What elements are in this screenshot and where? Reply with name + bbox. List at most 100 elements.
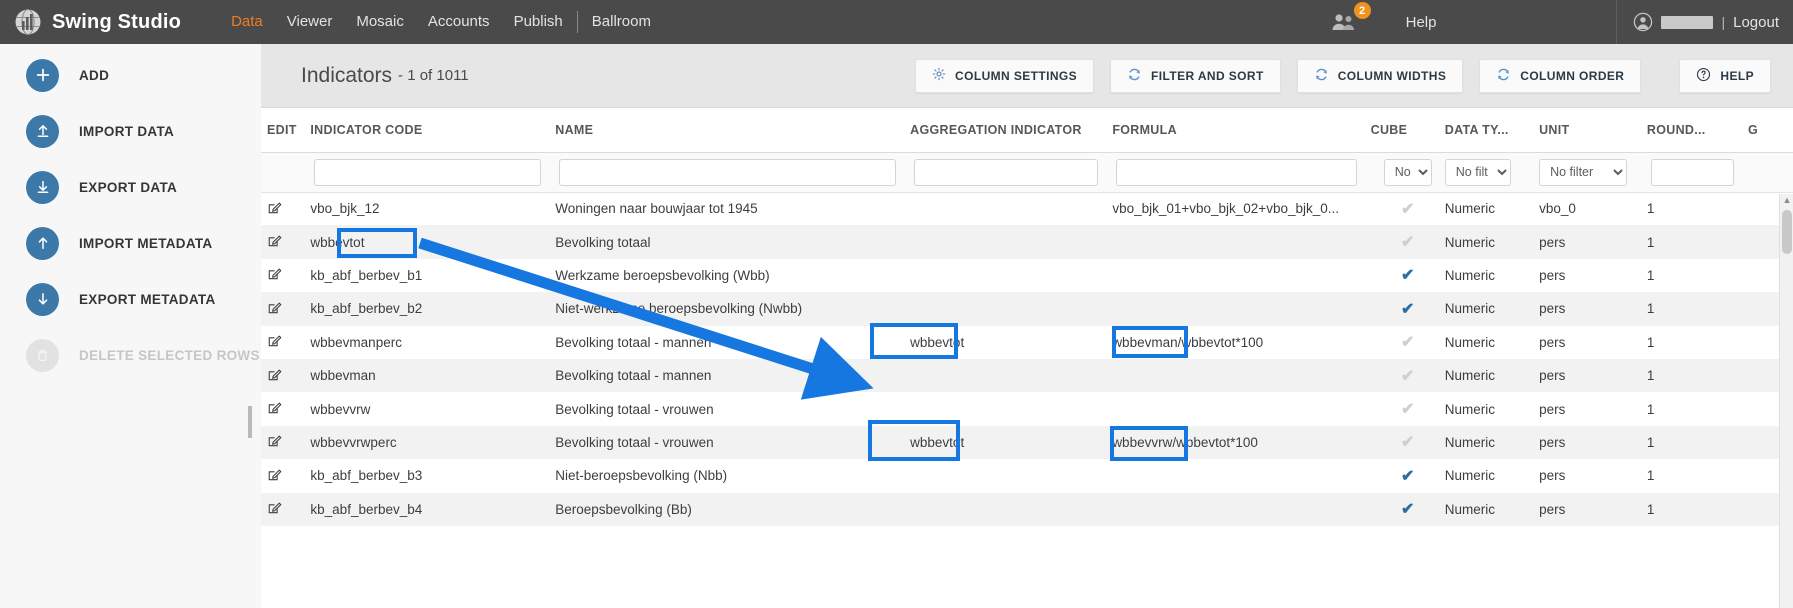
- filter-input-round[interactable]: [1650, 158, 1734, 186]
- table-row[interactable]: kb_abf_berbev_b4 Beroepsbevolking (Bb) ✔…: [261, 492, 1793, 526]
- nav-item-ballroom[interactable]: Ballroom: [580, 0, 663, 44]
- col-header-aggregation-indicator[interactable]: AGGREGATION INDICATOR: [910, 108, 1113, 153]
- sidebar-item-label: EXPORT DATA: [79, 179, 178, 195]
- table-row[interactable]: wbbevmanperc Bevolking totaal - mannen w…: [261, 326, 1793, 359]
- pencil-square-icon[interactable]: [267, 467, 282, 485]
- pencil-square-icon[interactable]: [267, 300, 282, 318]
- row-edit-button[interactable]: [261, 492, 311, 526]
- table-row[interactable]: kb_abf_berbev_b1 Werkzame beroepsbevolki…: [261, 259, 1793, 292]
- col-header-g[interactable]: G: [1748, 108, 1793, 153]
- sidebar-resize-grip[interactable]: [248, 406, 252, 438]
- check-icon: ✔: [1401, 300, 1415, 318]
- sidebar-item-label: IMPORT DATA: [79, 123, 175, 139]
- col-header-indicator-code[interactable]: INDICATOR CODE: [310, 108, 556, 153]
- pencil-square-icon[interactable]: [267, 500, 282, 518]
- filter-select-data-type[interactable]: No filt: [1444, 158, 1511, 186]
- pencil-square-icon[interactable]: [267, 400, 282, 418]
- row-edit-button[interactable]: [261, 459, 310, 492]
- sidebar-item-label: DELETE SELECTED ROWS: [79, 347, 260, 363]
- page-title: Indicators: [301, 63, 393, 87]
- filter-select-unit[interactable]: No filter: [1539, 158, 1628, 186]
- cell-round: 1: [1646, 425, 1748, 460]
- nav-item-viewer[interactable]: Viewer: [275, 0, 345, 44]
- cell-round: 1: [1646, 201, 1655, 217]
- row-edit-button[interactable]: [261, 259, 310, 292]
- gear-icon: [932, 67, 946, 84]
- filter-select-cube[interactable]: No: [1383, 158, 1432, 186]
- trash-icon: [26, 338, 59, 372]
- pencil-square-icon[interactable]: [267, 333, 282, 351]
- globe-bars-logo-icon: [14, 8, 42, 36]
- cell-data-type: Numeric: [1444, 358, 1540, 393]
- check-icon: ✔: [1401, 434, 1415, 452]
- nav-item-mosaic[interactable]: Mosaic: [344, 0, 416, 44]
- cell-unit: pers: [1539, 225, 1647, 259]
- column-widths-button[interactable]: COLUMN WIDTHS: [1296, 58, 1464, 93]
- col-header-name[interactable]: NAME: [555, 108, 911, 153]
- col-header-edit[interactable]: EDIT: [261, 108, 311, 153]
- row-edit-button[interactable]: [261, 292, 311, 326]
- cell-name: Niet-werkzame beroepsbevolking (Nwbb): [555, 292, 911, 326]
- scrollbar-thumb[interactable]: [1782, 210, 1792, 254]
- table-row[interactable]: wbbevman Bevolking totaal - mannen ✔ Num…: [261, 358, 1793, 393]
- pencil-square-icon[interactable]: [267, 433, 282, 451]
- table-row[interactable]: vbo_bjk_12 Woningen naar bouwjaar tot 19…: [261, 192, 1793, 225]
- filter-input-aggregation-indicator[interactable]: [914, 158, 1099, 186]
- filter-cell-g: [1748, 152, 1793, 193]
- filter-input-name[interactable]: [559, 158, 897, 186]
- table-vertical-scrollbar[interactable]: ▲: [1779, 194, 1793, 608]
- row-edit-button[interactable]: [261, 192, 310, 225]
- row-edit-button[interactable]: [261, 225, 311, 259]
- pencil-square-icon[interactable]: [267, 266, 282, 284]
- pencil-square-icon[interactable]: [267, 200, 282, 218]
- row-edit-button[interactable]: [261, 326, 310, 359]
- cell-aggregation-indicator: [910, 292, 1113, 326]
- filter-and-sort-button[interactable]: FILTER AND SORT: [1110, 58, 1281, 93]
- help-link[interactable]: Help: [1406, 14, 1437, 31]
- nav-item-accounts[interactable]: Accounts: [416, 0, 502, 44]
- cell-formula: [1112, 358, 1371, 393]
- cell-name: Bevolking totaal - mannen: [555, 358, 911, 393]
- cell-cube: ✔: [1371, 392, 1445, 425]
- column-settings-button[interactable]: COLUMN SETTINGS: [915, 58, 1095, 93]
- scroll-up-arrow-icon[interactable]: ▲: [1780, 194, 1793, 207]
- nav-item-publish[interactable]: Publish: [502, 0, 575, 44]
- table-row[interactable]: wbbevvrwperc Bevolking totaal - vrouwen …: [261, 425, 1793, 460]
- sidebar-item-export-metadata[interactable]: EXPORT METADATA: [0, 274, 261, 324]
- help-button[interactable]: HELP: [1679, 58, 1771, 93]
- logout-link[interactable]: Logout: [1733, 14, 1779, 31]
- nav-item-data[interactable]: Data: [219, 0, 275, 44]
- row-edit-button[interactable]: [261, 358, 311, 393]
- brand[interactable]: Swing Studio: [14, 8, 181, 36]
- pencil-square-icon[interactable]: [267, 233, 282, 251]
- col-header-round[interactable]: ROUND...: [1646, 108, 1748, 153]
- sidebar-item-export-data[interactable]: EXPORT DATA: [0, 162, 261, 212]
- filter-input-indicator-code[interactable]: [314, 158, 542, 186]
- table-row[interactable]: wbbevvrw Bevolking totaal - vrouwen ✔ Nu…: [261, 392, 1793, 425]
- col-header-data-type[interactable]: DATA TY...: [1444, 108, 1540, 153]
- sidebar-item-import-data[interactable]: IMPORT DATA: [0, 106, 261, 156]
- table-row[interactable]: kb_abf_berbev_b2 Niet-werkzame beroepsbe…: [261, 292, 1793, 326]
- users-group-button[interactable]: 2: [1330, 2, 1371, 33]
- column-order-button[interactable]: COLUMN ORDER: [1479, 58, 1642, 93]
- indicators-table-container: EDIT INDICATOR CODE NAME AGGREGATION IND…: [261, 108, 1793, 608]
- filter-input-formula[interactable]: [1116, 158, 1357, 186]
- refresh-icon: [1314, 67, 1329, 85]
- row-edit-button[interactable]: [261, 392, 310, 425]
- pencil-square-icon[interactable]: [267, 367, 282, 385]
- cell-formula: [1112, 459, 1370, 492]
- col-header-unit[interactable]: UNIT: [1539, 108, 1647, 153]
- sidebar-item-add[interactable]: ADD: [0, 50, 261, 100]
- toolbar-button-label: FILTER AND SORT: [1151, 68, 1264, 83]
- sidebar-item-import-metadata[interactable]: IMPORT METADATA: [0, 218, 261, 268]
- check-icon: ✔: [1401, 367, 1415, 385]
- row-edit-button[interactable]: [261, 425, 311, 460]
- cell-indicator-code: wbbevman: [310, 358, 556, 393]
- table-row[interactable]: wbbevtot Bevolking totaal ✔ Numeric pers…: [261, 225, 1793, 259]
- col-header-cube[interactable]: CUBE: [1370, 108, 1445, 153]
- table-row[interactable]: kb_abf_berbev_b3 Niet-beroepsbevolking (…: [261, 459, 1793, 492]
- col-header-formula[interactable]: FORMULA: [1112, 108, 1371, 153]
- cell-unit: pers: [1539, 468, 1566, 484]
- sidebar-item-delete-selected-rows: DELETE SELECTED ROWS: [0, 330, 261, 380]
- account-separator: |: [1721, 14, 1726, 30]
